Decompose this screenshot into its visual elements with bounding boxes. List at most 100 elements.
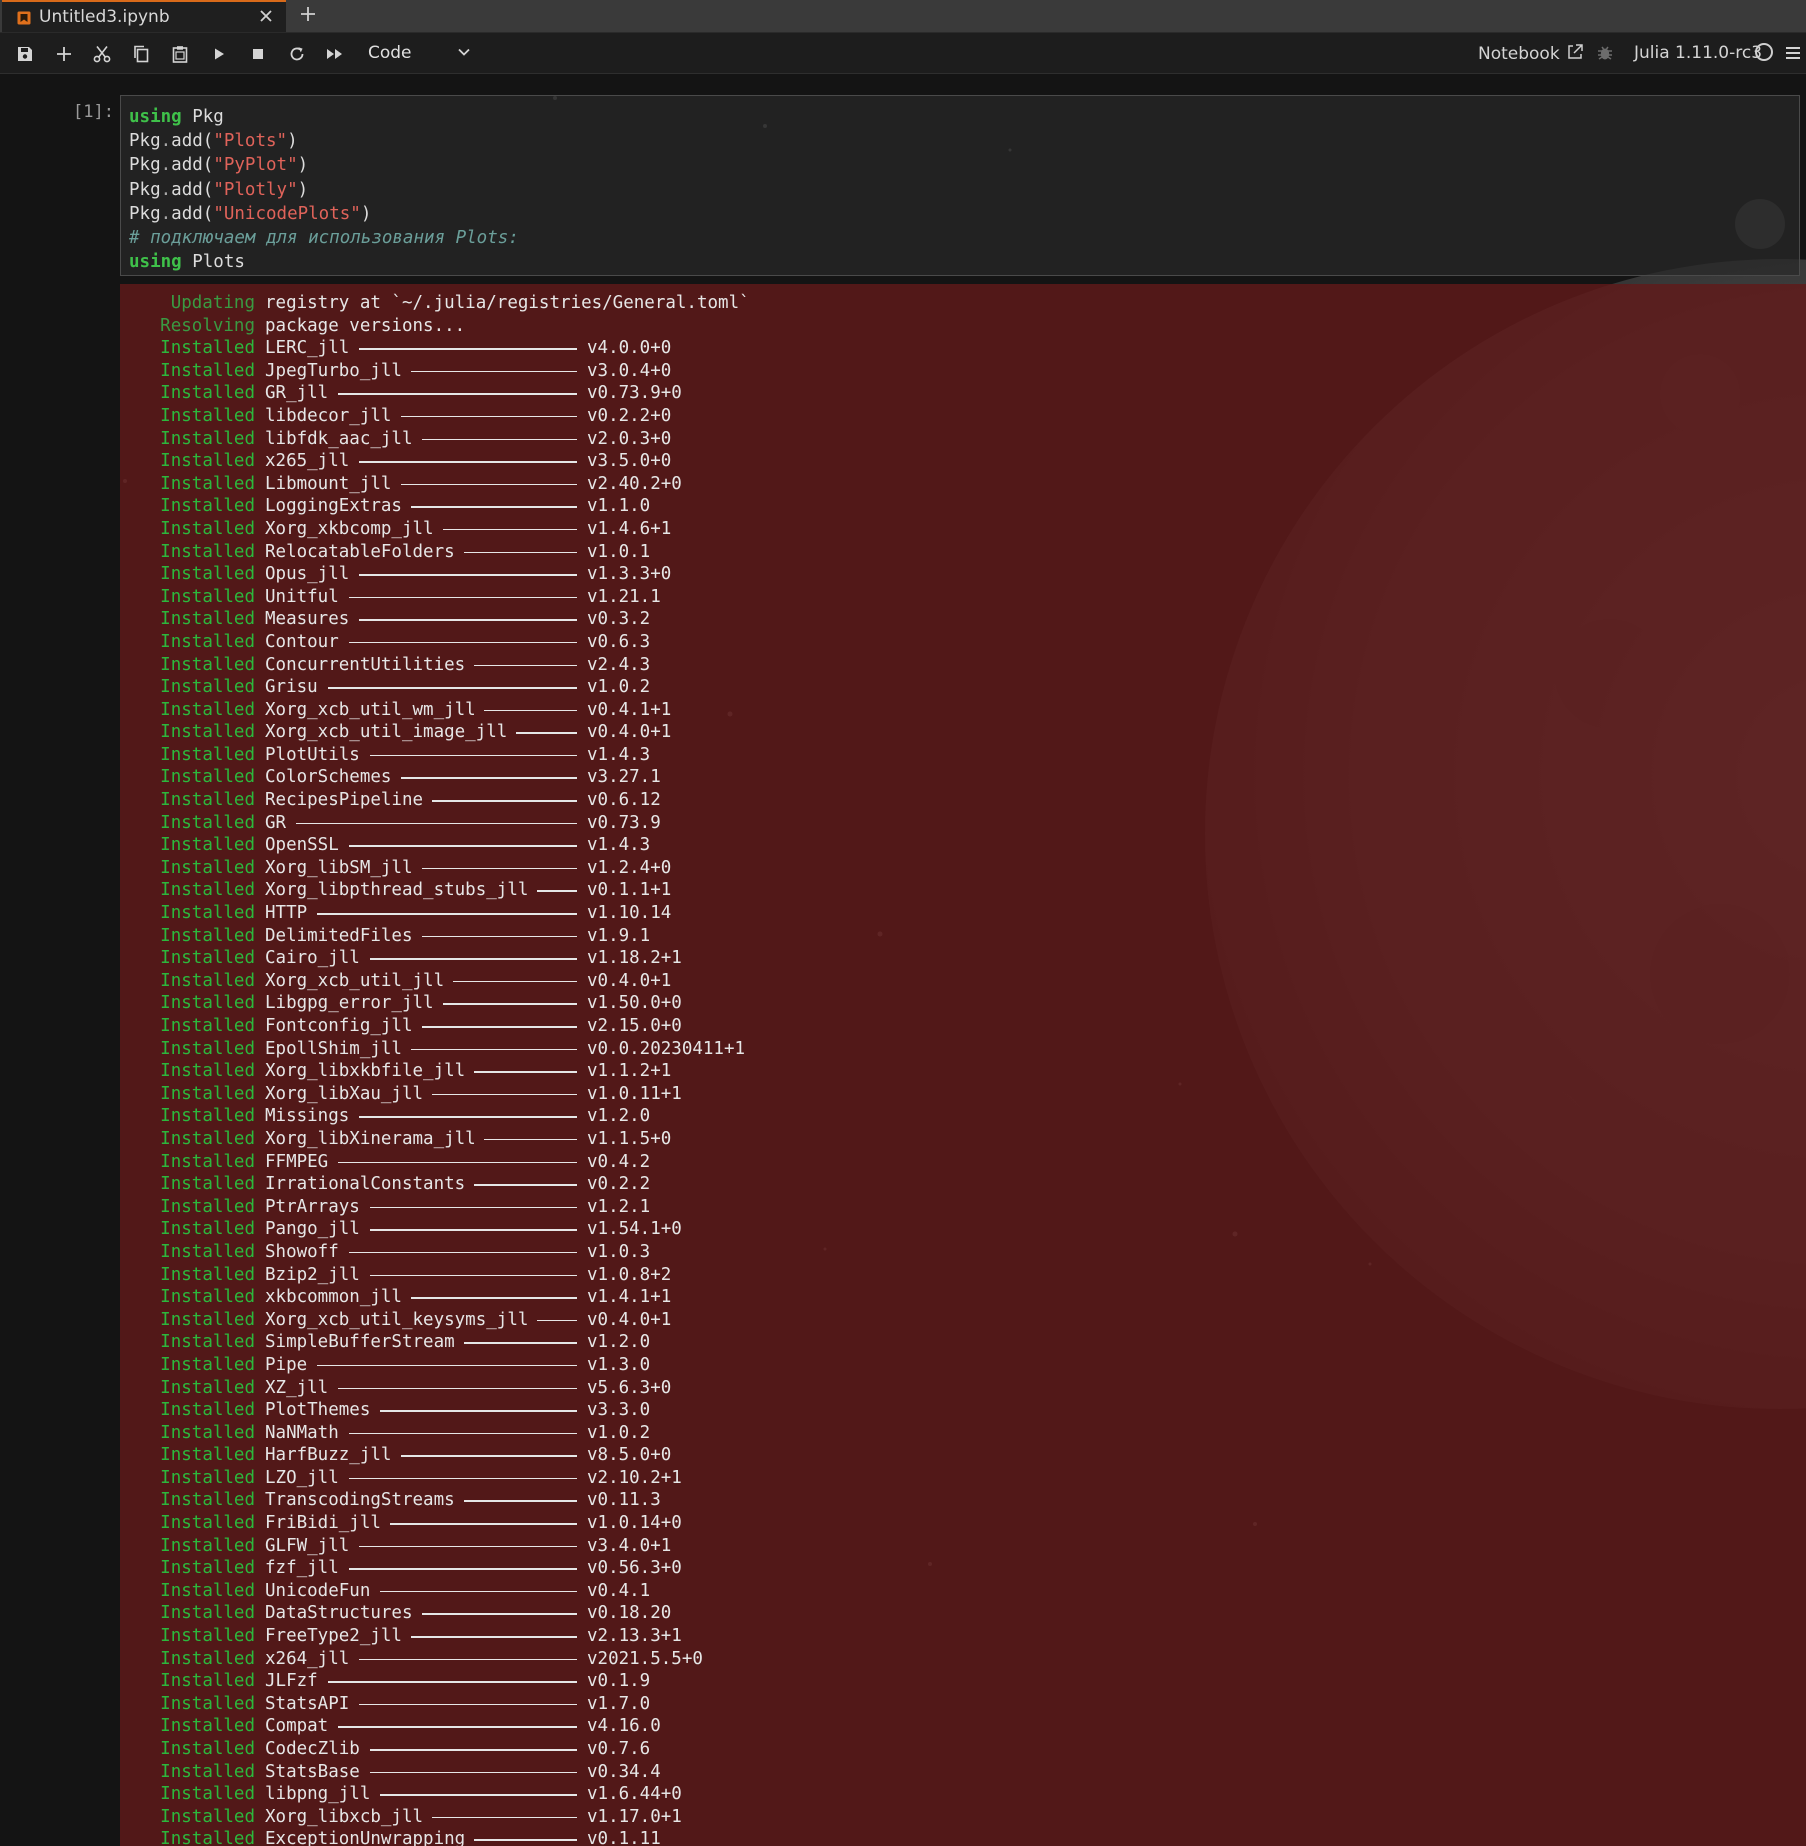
package-version: v1.2.1: [587, 1196, 651, 1217]
package-version: v0.4.0+1: [587, 1309, 672, 1330]
code-text: ): [360, 203, 372, 224]
save-icon[interactable]: [12, 41, 38, 67]
package-version: v0.7.6: [587, 1739, 651, 1759]
package-install-line: Installed Xorg_xkbcomp_jll v1.4.6+1: [120, 518, 1806, 541]
kernel-name[interactable]: Julia 1.11.0-rc3: [1634, 43, 1762, 63]
package-version: v5.6.3+0: [587, 1377, 672, 1398]
code-editor[interactable]: using Pkg Pkg.add("Plots") Pkg.add("PyPl…: [129, 105, 519, 274]
package-version: v0.18.20: [587, 1603, 672, 1624]
package-version: v1.2.4+0: [587, 857, 672, 878]
package-name: Xorg_xcb_util_keysyms_jll: [265, 1309, 529, 1330]
log-verb: Installed: [160, 1648, 255, 1669]
open-notebook-button[interactable]: Notebook: [1478, 43, 1584, 65]
log-verb: Installed: [160, 1829, 255, 1846]
log-verb: Installed: [160, 1716, 255, 1737]
package-version: v0.1.1+1: [587, 880, 672, 901]
separator-rule: [484, 1138, 577, 1141]
package-name: Cairo_jll: [265, 948, 360, 969]
code-comment: # подключаем для использования Plots:: [129, 228, 519, 249]
package-name: libdecor_jll: [265, 405, 392, 426]
package-install-line: Installed EpollShim_jll v0.0.20230411+1: [120, 1038, 1806, 1061]
log-verb: Installed: [160, 1083, 255, 1104]
log-verb: Installed: [160, 631, 255, 652]
menu-icon[interactable]: [1785, 45, 1801, 65]
package-version: v0.1.9: [587, 1671, 651, 1692]
paste-icon[interactable]: [167, 41, 193, 67]
package-name: Opus_jll: [265, 564, 350, 585]
code-string: "Plots": [213, 131, 288, 152]
code-cell-input[interactable]: using Pkg Pkg.add("Plots") Pkg.add("PyPl…: [120, 95, 1800, 276]
package-name: Measures: [265, 609, 350, 630]
package-version: v1.1.5+0: [587, 1128, 672, 1149]
package-install-line: Installed Xorg_xcb_util_jll v0.4.0+1: [120, 970, 1806, 993]
package-version: v2.4.3: [587, 654, 651, 675]
package-version: v3.4.0+1: [587, 1535, 672, 1556]
package-version: v1.54.1+0: [587, 1219, 682, 1240]
separator-rule: [421, 867, 577, 870]
log-verb: Installed: [160, 1490, 255, 1511]
cell-type-select[interactable]: Code: [362, 40, 476, 66]
notebook-panel[interactable]: [1]: using Pkg Pkg.add("Plots") Pkg.add(…: [0, 74, 1806, 1846]
package-version: v1.1.2+1: [587, 1061, 672, 1082]
log-verb: Installed: [160, 767, 255, 788]
package-name: Fontconfig_jll: [265, 1016, 413, 1036]
package-install-line: Installed OpenSSL v1.4.3: [120, 834, 1806, 857]
separator-rule: [369, 1274, 577, 1277]
package-install-line: Installed Opus_jll v1.3.3+0: [120, 563, 1806, 586]
separator-rule: [317, 913, 577, 915]
package-install-line: Installed Contour v0.6.3: [120, 631, 1806, 654]
package-name: xkbcommon_jll: [265, 1287, 402, 1308]
separator-rule: [359, 1545, 577, 1548]
external-link-icon: [1566, 43, 1584, 66]
package-version: v0.0.20230411+1: [587, 1038, 746, 1059]
package-version: v0.2.2: [587, 1174, 651, 1195]
package-name: Pipe: [265, 1354, 308, 1375]
bug-icon[interactable]: [1596, 44, 1614, 66]
log-verb: Installed: [160, 541, 255, 562]
package-name: PlotUtils: [265, 744, 360, 765]
log-verb: Installed: [160, 1603, 255, 1624]
cut-icon[interactable]: [89, 41, 115, 67]
package-install-line: Installed Missings v1.2.0: [120, 1105, 1806, 1128]
package-name: GR_jll: [265, 383, 329, 404]
package-name: OpenSSL: [265, 835, 339, 856]
package-install-line: Installed FreeType2_jll v2.13.3+1: [120, 1625, 1806, 1648]
copy-icon[interactable]: [128, 41, 154, 67]
package-name: RecipesPipeline: [265, 790, 424, 811]
plus-icon[interactable]: [51, 41, 77, 67]
package-install-line: Installed Xorg_libXinerama_jll v1.1.5+0: [120, 1128, 1806, 1151]
run-icon[interactable]: [206, 41, 232, 67]
package-version: v2021.5.5+0: [587, 1648, 703, 1669]
code-text: Pkg: [129, 131, 161, 152]
package-version: v2.40.2+0: [587, 473, 682, 494]
tab-notebook[interactable]: Untitled3.ipynb: [2, 0, 286, 32]
tab-bar: Untitled3.ipynb: [0, 0, 1806, 33]
package-version: v1.0.1: [587, 541, 651, 562]
plus-icon[interactable]: [296, 3, 320, 27]
package-version: v1.0.11+1: [587, 1083, 682, 1104]
package-install-line: Installed RelocatableFolders v1.0.1: [120, 541, 1806, 564]
package-name: ColorSchemes: [265, 767, 392, 788]
notebook-toolbar: Code Notebook Julia 1.11.0-rc3: [0, 33, 1806, 74]
cell-output: Updating registry at `~/.julia/registrie…: [120, 284, 1806, 1846]
package-name: JLFzf: [265, 1671, 318, 1692]
code-text: ): [297, 155, 309, 176]
package-install-line: Installed StatsAPI v1.7.0: [120, 1693, 1806, 1716]
stop-icon[interactable]: [245, 41, 271, 67]
package-install-line: Installed GR_jll v0.73.9+0: [120, 382, 1806, 405]
separator-rule: [338, 1387, 577, 1389]
separator-rule: [474, 1184, 577, 1186]
package-install-line: Installed xkbcommon_jll v1.4.1+1: [120, 1286, 1806, 1309]
log-verb: Installed: [160, 654, 255, 675]
log-verb: Installed: [160, 993, 255, 1014]
log-verb: Installed: [160, 1513, 255, 1534]
restart-icon[interactable]: [284, 41, 310, 67]
log-verb: Installed: [160, 857, 255, 878]
package-version: v1.6.44+0: [587, 1784, 682, 1805]
package-install-line: Installed ConcurrentUtilities v2.4.3: [120, 654, 1806, 677]
package-version: v1.0.8+2: [587, 1264, 672, 1285]
close-icon[interactable]: [256, 7, 276, 27]
package-install-line: Installed Xorg_xcb_util_image_jll v0.4.0+1: [120, 721, 1806, 744]
package-version: v2.13.3+1: [587, 1626, 682, 1647]
fast-forward-icon[interactable]: [322, 41, 348, 67]
